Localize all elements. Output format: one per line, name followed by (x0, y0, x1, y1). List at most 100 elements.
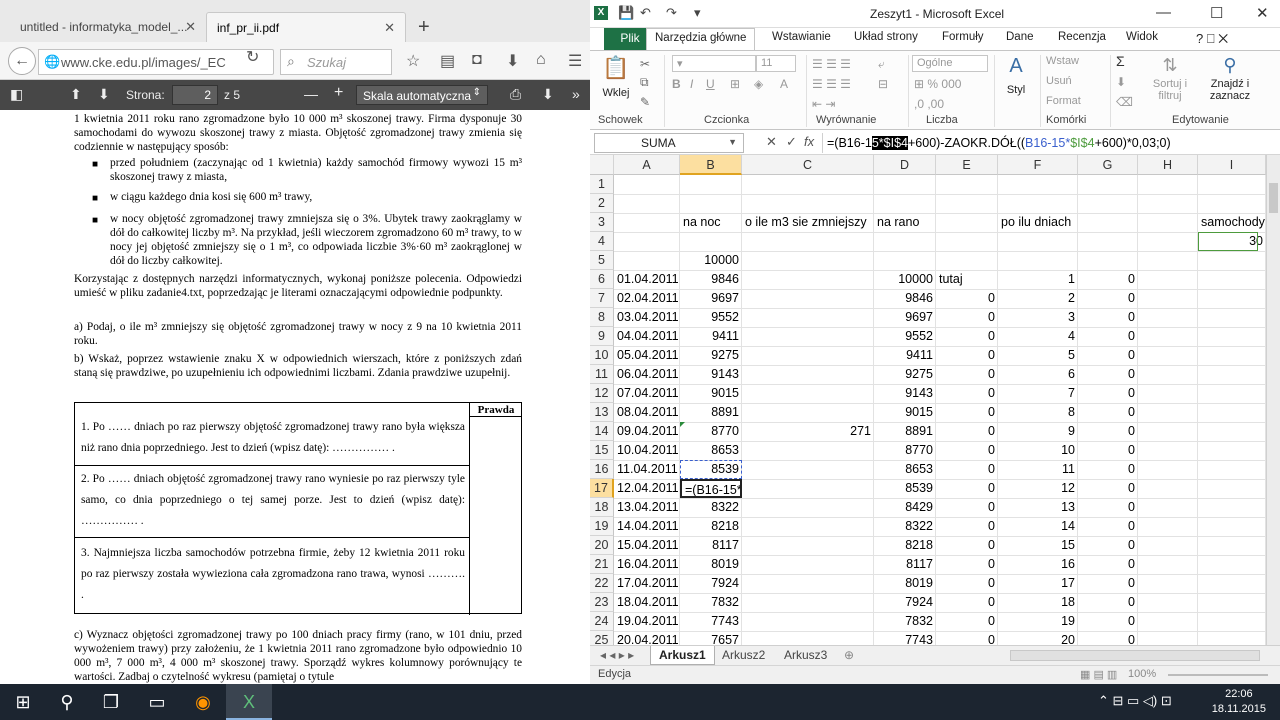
cell-b[interactable]: 9846 (680, 270, 742, 289)
row-header[interactable]: 2 (590, 194, 614, 213)
tools-icon[interactable]: » (572, 86, 580, 102)
sheet-nav-icon[interactable]: ◂ ◂ ▸ ▸ (592, 646, 642, 665)
start-icon[interactable]: ⊞ (0, 684, 46, 720)
row-header[interactable]: 19 (590, 517, 614, 536)
select-all-corner[interactable] (590, 155, 614, 175)
save-icon[interactable]: ⬇ (542, 86, 554, 103)
zoom-out-icon[interactable]: — (304, 86, 318, 102)
cell-g[interactable]: 0 (1078, 593, 1138, 612)
column-header-b[interactable]: B (680, 155, 742, 175)
row-header[interactable]: 24 (590, 612, 614, 631)
sheet-tab-arkusz2[interactable]: Arkusz2 (714, 646, 773, 665)
cell-g[interactable]: 0 (1078, 403, 1138, 422)
sheet-tab-arkusz3[interactable]: Arkusz3 (776, 646, 835, 665)
cell-b[interactable]: 9143 (680, 365, 742, 384)
cell-f[interactable]: 9 (998, 422, 1078, 441)
cell-b[interactable]: 9275 (680, 346, 742, 365)
cell-b[interactable]: 9015 (680, 384, 742, 403)
cell-d[interactable]: 9411 (874, 346, 936, 365)
url-bar[interactable]: 🌐 www.cke.edu.pl/images/_EC (38, 49, 274, 75)
cell-g[interactable]: 0 (1078, 479, 1138, 498)
cell-b[interactable]: 8117 (680, 536, 742, 555)
cell-d[interactable]: 8117 (874, 555, 936, 574)
date-cell[interactable]: 08.04.2011 (614, 403, 680, 422)
cell-b[interactable]: 7743 (680, 612, 742, 631)
bold-icon[interactable]: B (672, 77, 681, 91)
indent-icon[interactable]: ⇤ ⇥ (812, 97, 835, 111)
column-header-g[interactable]: G (1078, 155, 1138, 175)
paste-button[interactable]: 📋 Wklej (596, 55, 636, 99)
fill-icon[interactable]: ⬇ (1116, 75, 1126, 89)
date-cell[interactable]: 06.04.2011 (614, 365, 680, 384)
row-header[interactable]: 4 (590, 232, 614, 251)
firefox-icon[interactable]: ◉ (180, 684, 226, 720)
column-header-d[interactable]: D (874, 155, 936, 175)
find-select-button[interactable]: ⚲ Znajdź i zaznacz (1200, 55, 1260, 102)
cell-f[interactable]: 12 (998, 479, 1078, 498)
cell-b[interactable]: 9411 (680, 327, 742, 346)
row-header[interactable]: 1 (590, 175, 614, 194)
cell-d[interactable]: 8891 (874, 422, 936, 441)
column-header-a[interactable]: A (614, 155, 680, 175)
save-icon[interactable]: 💾 (618, 5, 634, 21)
tab-home[interactable]: Narzędzia główne (646, 28, 756, 50)
date-cell[interactable]: 05.04.2011 (614, 346, 680, 365)
cell-f[interactable]: 4 (998, 327, 1078, 346)
tray-icons[interactable]: ⌃ ⊟ ▭ ◁) ⊡ (1098, 693, 1172, 709)
header-cell[interactable]: po ilu dniach (998, 213, 1078, 232)
excel-logo-icon[interactable]: X (594, 6, 608, 20)
zoom-in-icon[interactable]: + (334, 84, 343, 102)
name-box[interactable]: SUMA ▼ (594, 133, 744, 153)
cell-d[interactable]: 8539 (874, 479, 936, 498)
cell-e[interactable]: 0 (936, 460, 998, 479)
date-cell[interactable]: 07.04.2011 (614, 384, 680, 403)
merge-icon[interactable]: ⊟ (878, 77, 888, 91)
row-header[interactable]: 9 (590, 327, 614, 346)
date-cell[interactable]: 09.04.2011 (614, 422, 680, 441)
cell-f[interactable]: 18 (998, 593, 1078, 612)
cell-e[interactable]: 0 (936, 517, 998, 536)
print-icon[interactable]: ⎙ (510, 86, 521, 103)
cell-g[interactable]: 0 (1078, 289, 1138, 308)
cell-f[interactable]: 1 (998, 270, 1078, 289)
cut-icon[interactable]: ✂ (640, 57, 650, 71)
cell-e[interactable]: 0 (936, 593, 998, 612)
cell-e[interactable]: 0 (936, 422, 998, 441)
cell-d[interactable]: 9552 (874, 327, 936, 346)
date-cell[interactable]: 03.04.2011 (614, 308, 680, 327)
next-page-icon[interactable]: ⬇ (98, 86, 110, 103)
note-cell[interactable]: tutaj (936, 270, 998, 289)
close-icon[interactable]: ✕ (384, 20, 395, 36)
cell-e[interactable]: 0 (936, 365, 998, 384)
cell-e[interactable]: 0 (936, 346, 998, 365)
date-cell[interactable]: 10.04.2011 (614, 441, 680, 460)
date-cell[interactable]: 17.04.2011 (614, 574, 680, 593)
currency-icon[interactable]: ⊞ % 000 (914, 77, 961, 91)
date-cell[interactable]: 18.04.2011 (614, 593, 680, 612)
cell-f[interactable]: 2 (998, 289, 1078, 308)
delete-cells-button[interactable]: Usuń (1046, 75, 1072, 87)
column-header-h[interactable]: H (1138, 155, 1198, 175)
cell-e[interactable]: 0 (936, 555, 998, 574)
row-header[interactable]: 16 (590, 460, 614, 479)
formula-input[interactable]: =(B16-15*$I$4+600)-ZAOKR.DÓŁ((B16-15*$I$… (822, 133, 1270, 153)
font-color-icon[interactable]: A (780, 77, 788, 91)
copy-icon[interactable]: ⧉ (640, 75, 649, 90)
row-header[interactable]: 23 (590, 593, 614, 612)
cell-g[interactable]: 0 (1078, 555, 1138, 574)
cell-e[interactable]: 0 (936, 612, 998, 631)
header-cell[interactable]: na rano (874, 213, 936, 232)
row-header[interactable]: 5 (590, 251, 614, 270)
cell-d[interactable]: 10000 (874, 270, 936, 289)
decimal-icon[interactable]: ,0 ,00 (914, 97, 944, 111)
zoom-select[interactable]: Skala automatyczna ⇕ (356, 85, 488, 105)
explorer-icon[interactable]: ▭ (134, 684, 180, 720)
cell-f[interactable]: 14 (998, 517, 1078, 536)
autosum-icon[interactable]: Σ (1116, 53, 1125, 69)
download-icon[interactable]: ⬇ (506, 51, 519, 71)
previous-page-icon[interactable]: ⬆ (70, 86, 82, 103)
close-icon[interactable]: ✕ (1256, 4, 1269, 22)
menu-icon[interactable]: ☰ (568, 51, 582, 71)
row-header[interactable]: 22 (590, 574, 614, 593)
excel-taskbar-icon[interactable]: X (226, 684, 272, 720)
